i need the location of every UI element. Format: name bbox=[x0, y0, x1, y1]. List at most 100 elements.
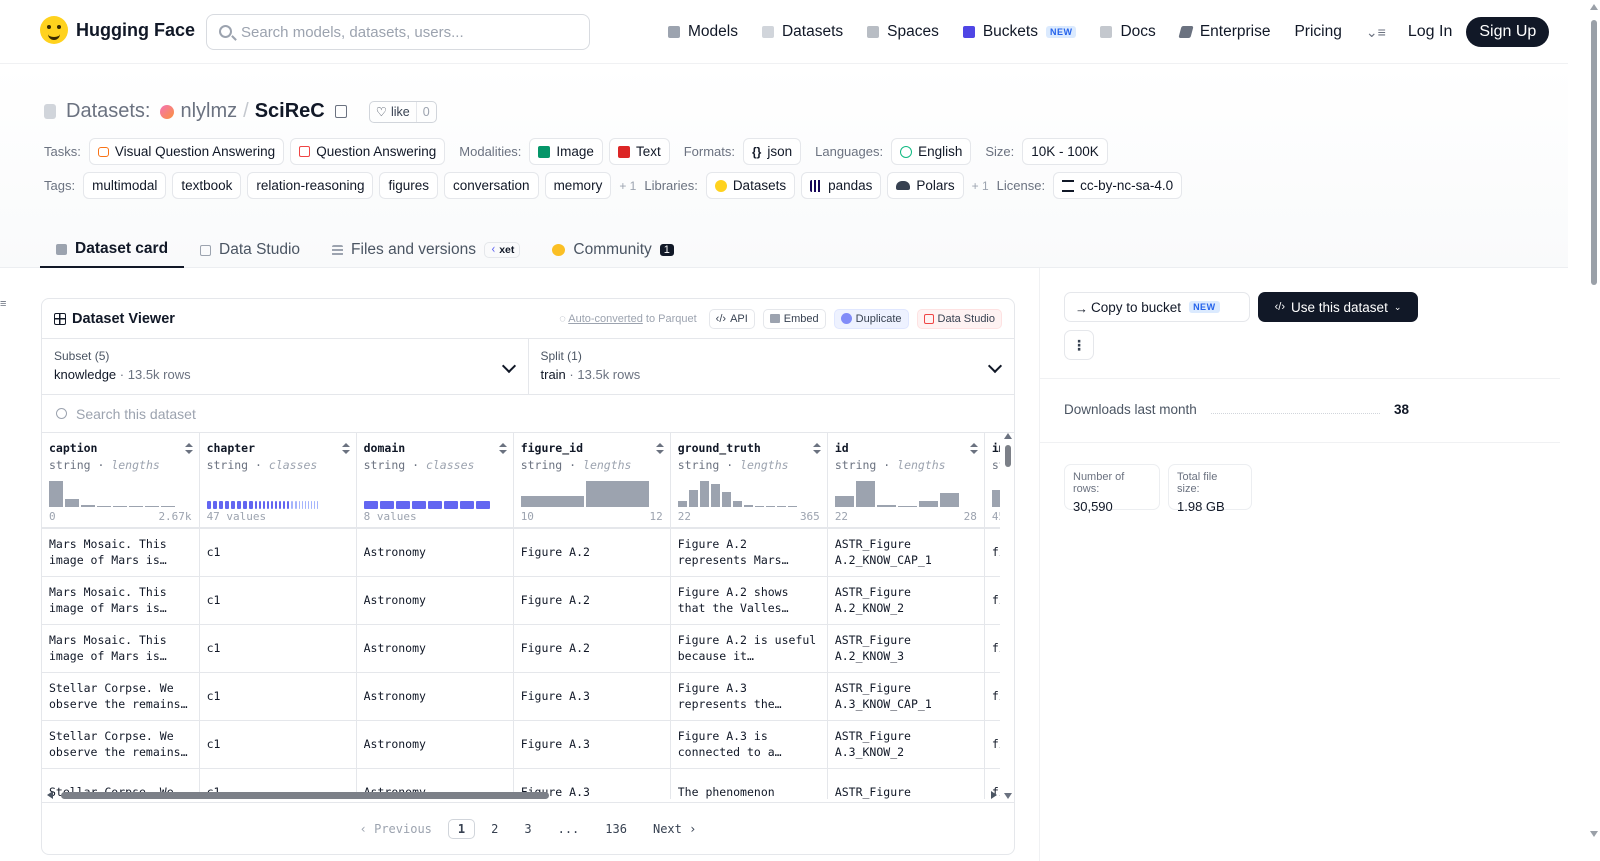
class-segment[interactable] bbox=[310, 501, 312, 509]
nav-spaces[interactable]: Spaces bbox=[867, 23, 939, 41]
sort-icon[interactable] bbox=[655, 443, 664, 455]
library-chip[interactable]: Datasets bbox=[705, 172, 796, 199]
table-cell[interactable]: ASTR_Figure A.2_KNOW_3 bbox=[827, 624, 985, 673]
next-page-button[interactable]: Next › bbox=[643, 820, 706, 838]
class-segment[interactable] bbox=[212, 501, 217, 509]
class-segment[interactable] bbox=[443, 501, 458, 509]
class-segment[interactable] bbox=[282, 501, 285, 509]
tag-chip[interactable]: relation-reasoning bbox=[247, 172, 374, 199]
page-scrollbar[interactable] bbox=[1588, 0, 1600, 861]
table-row[interactable]: Mars Mosaic. This image of Mars is cente… bbox=[42, 576, 1000, 625]
class-segment[interactable] bbox=[411, 501, 426, 509]
histogram-bar[interactable] bbox=[721, 492, 731, 507]
histogram-bar[interactable] bbox=[765, 506, 775, 507]
embed-button[interactable]: Embed bbox=[762, 308, 826, 329]
class-segment[interactable] bbox=[363, 501, 378, 509]
tab-files[interactable]: Files and versions ᚲ xet bbox=[316, 232, 536, 268]
previous-page-button[interactable]: ‹ Previous bbox=[350, 820, 442, 838]
class-segment[interactable] bbox=[379, 501, 394, 509]
class-segment[interactable] bbox=[258, 501, 261, 509]
library-chip[interactable]: pandas bbox=[801, 172, 882, 199]
class-segment[interactable] bbox=[266, 501, 269, 509]
class-segment[interactable] bbox=[248, 501, 253, 509]
column-header-ground-truth[interactable]: ground_truth string · lengths 22 365 bbox=[670, 433, 828, 529]
table-cell[interactable]: Astronomy bbox=[356, 624, 514, 673]
table-cell[interactable]: Figure A.2 shows that the Valles… bbox=[670, 576, 828, 625]
histogram-bar[interactable] bbox=[743, 505, 753, 507]
sort-icon[interactable] bbox=[812, 443, 821, 455]
library-chip[interactable]: Polars bbox=[887, 172, 964, 199]
class-segment[interactable] bbox=[274, 501, 277, 509]
sort-icon[interactable] bbox=[341, 443, 350, 455]
histogram-bar[interactable] bbox=[876, 505, 896, 507]
class-segment[interactable] bbox=[290, 501, 293, 509]
table-cell[interactable]: Stellar Corpse. We observe the remains o… bbox=[42, 672, 200, 721]
class-segment[interactable] bbox=[475, 501, 490, 509]
column-header-caption[interactable]: caption string · lengths 0 2.67k bbox=[42, 433, 200, 529]
scroll-up-icon[interactable] bbox=[1590, 4, 1598, 10]
table-cell[interactable]: Figure A.3 bbox=[513, 672, 671, 721]
toc-toggle-icon[interactable]: ≡ bbox=[0, 298, 8, 310]
histogram-bar[interactable] bbox=[732, 501, 742, 507]
table-cell[interactable]: Stellar Corpse. We observe the remains o… bbox=[42, 720, 200, 769]
size-chip[interactable]: 10K - 100K bbox=[1022, 138, 1108, 165]
tab-data-studio[interactable]: Data Studio bbox=[184, 232, 316, 268]
table-cell[interactable]: ASTR_Figure A.3_KNOW_CAP_1 bbox=[827, 672, 985, 721]
table-cell[interactable]: Mars Mosaic. This image of Mars is cente… bbox=[42, 576, 200, 625]
histogram-bar[interactable] bbox=[710, 484, 720, 507]
tab-dataset-card[interactable]: Dataset card bbox=[40, 232, 185, 268]
page-button-last[interactable]: 136 bbox=[595, 820, 637, 838]
class-segment[interactable] bbox=[459, 501, 474, 509]
table-cell[interactable]: Figure A.3 bbox=[513, 720, 671, 769]
class-segment[interactable] bbox=[395, 501, 410, 509]
histogram-bar[interactable] bbox=[65, 499, 79, 507]
histogram-bar[interactable] bbox=[129, 506, 143, 507]
table-cell[interactable]: figures/Astronomy bbox=[984, 528, 1000, 577]
page-button-2[interactable]: 2 bbox=[481, 820, 508, 838]
dataset-search[interactable] bbox=[42, 395, 1014, 433]
table-cell[interactable]: Astronomy bbox=[356, 528, 514, 577]
table-cell[interactable]: c1 bbox=[199, 720, 357, 769]
column-header-image-[interactable]: image_string · lengths 45 bbox=[984, 433, 1000, 529]
class-segment[interactable] bbox=[262, 501, 265, 509]
nav-docs[interactable]: Docs bbox=[1100, 23, 1156, 41]
nav-datasets[interactable]: Datasets bbox=[761, 23, 843, 41]
scroll-thumb[interactable] bbox=[1591, 20, 1597, 285]
table-vertical-scrollbar[interactable] bbox=[1004, 433, 1012, 799]
table-row[interactable]: Mars Mosaic. This image of Mars is cente… bbox=[42, 624, 1000, 673]
repo-type[interactable]: Datasets: bbox=[66, 100, 150, 123]
histogram-bar[interactable] bbox=[776, 506, 786, 507]
data-studio-button[interactable]: Data Studio bbox=[916, 308, 1002, 329]
histogram-bar[interactable] bbox=[688, 490, 698, 507]
table-cell[interactable]: figures/Astronomy bbox=[984, 624, 1000, 673]
scroll-up-icon[interactable] bbox=[1004, 433, 1012, 439]
modality-chip[interactable]: Text bbox=[608, 138, 670, 165]
login-link[interactable]: Log In bbox=[1408, 23, 1452, 41]
table-cell[interactable]: c1 bbox=[199, 672, 357, 721]
class-segment[interactable] bbox=[278, 501, 281, 509]
class-segment[interactable] bbox=[427, 501, 442, 509]
table-row[interactable]: Mars Mosaic. This image of Mars is cente… bbox=[42, 528, 1000, 577]
page-button-3[interactable]: 3 bbox=[514, 820, 541, 838]
histogram-bar[interactable] bbox=[585, 481, 649, 507]
table-cell[interactable]: Figure A.2 represents Mars… bbox=[670, 528, 828, 577]
language-chip[interactable]: English bbox=[891, 138, 972, 165]
class-segment[interactable] bbox=[301, 501, 303, 509]
class-segment[interactable] bbox=[242, 501, 247, 509]
class-segment[interactable] bbox=[270, 501, 273, 509]
more-options-icon[interactable]: ⋮ bbox=[1064, 330, 1094, 360]
copy-to-bucket-button[interactable]: → Copy to bucket NEW bbox=[1064, 292, 1250, 322]
repo-owner[interactable]: nlylmz bbox=[180, 100, 237, 123]
table-cell[interactable]: Astronomy bbox=[356, 720, 514, 769]
more-menu-icon[interactable]: ⌄≡ bbox=[1366, 24, 1386, 41]
table-row[interactable]: Stellar Corpse. We observe the remains o… bbox=[42, 672, 1000, 721]
logo[interactable]: Hugging Face bbox=[40, 16, 195, 44]
task-chip[interactable]: Visual Question Answering bbox=[88, 138, 285, 165]
class-segment[interactable] bbox=[316, 501, 318, 509]
class-segment[interactable] bbox=[304, 501, 306, 509]
table-cell[interactable]: figures/Astronomy bbox=[984, 672, 1000, 721]
histogram-bar[interactable] bbox=[97, 506, 111, 507]
class-segment[interactable] bbox=[294, 501, 297, 509]
class-segment[interactable] bbox=[236, 501, 241, 509]
scroll-thumb[interactable] bbox=[61, 792, 549, 799]
